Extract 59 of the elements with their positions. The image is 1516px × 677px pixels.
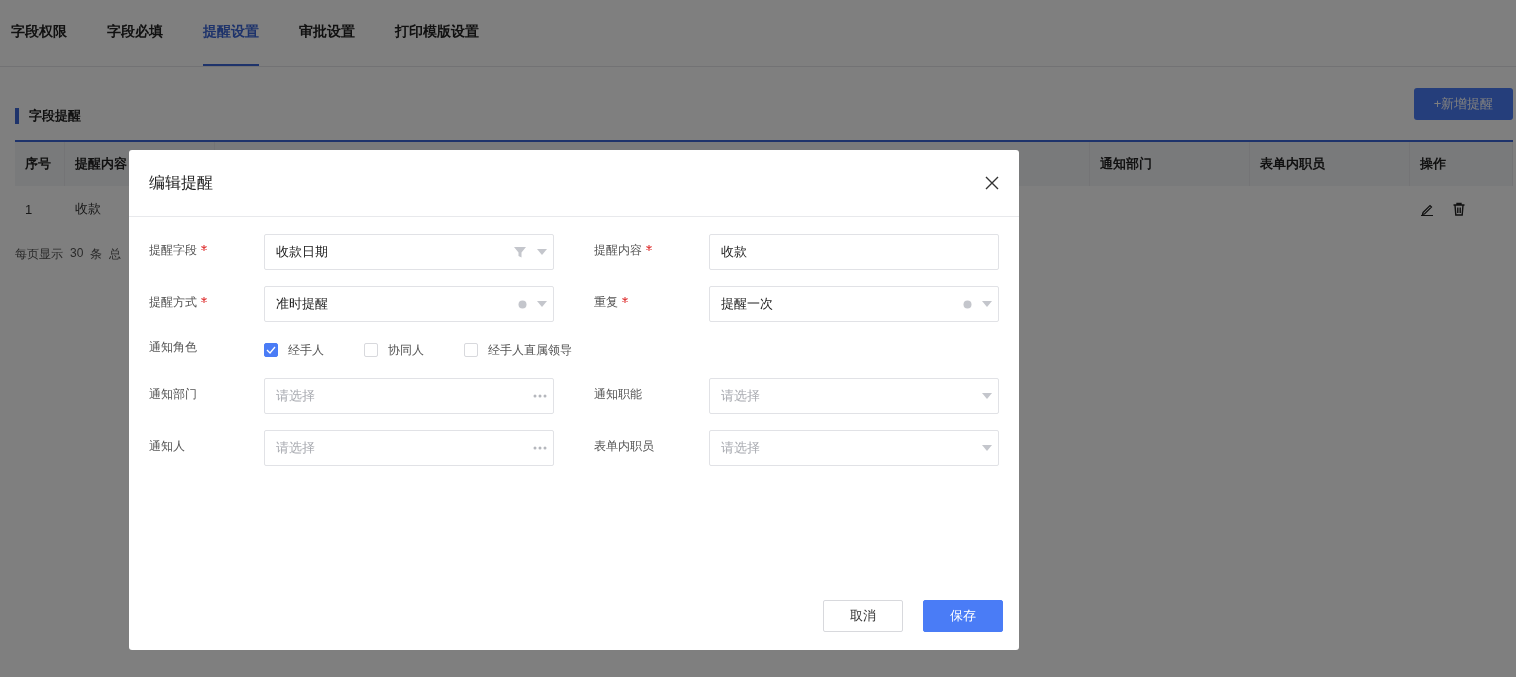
pager-unit: 条 [90,246,103,263]
column-header: 表单内职员 [1260,155,1325,173]
column-header: 通知部门 [1100,155,1152,173]
section-title: 字段提醒 [15,107,81,124]
select-field[interactable]: 请选择 [709,430,999,466]
field-label: 表单内职员 [594,438,655,455]
field-label: 通知角色 [149,338,198,356]
clear-icon[interactable] [963,299,972,309]
table-cell: 收款 [75,200,101,218]
checkbox-label[interactable]: 经手人 [288,341,324,359]
caret-icon[interactable] [537,249,547,255]
picker-field[interactable]: 请选择 [264,430,554,466]
select-field[interactable]: 收款日期 [264,234,554,270]
column-header: 序号 [25,155,51,173]
required-asterisk-icon [622,297,628,303]
select-field[interactable]: 准时提醒 [264,286,554,322]
tab[interactable]: 审批设置 [299,0,355,66]
dialog-title: 编辑提醒 [149,172,213,193]
ellipsis-icon[interactable] [533,446,547,450]
page-size[interactable]: 30 [70,246,84,263]
select-field[interactable]: 请选择 [709,378,999,414]
column-header: 操作 [1420,155,1446,173]
field-label: 通知人 [149,438,186,455]
caret-icon[interactable] [982,445,992,451]
field-label: 通知部门 [149,386,198,403]
field-label: 提醒方式 [149,286,264,311]
field-label: 提醒内容 [594,234,709,259]
field-label: 重复 [594,286,709,311]
column-header: 提醒内容 [75,155,127,173]
caret-icon[interactable] [982,393,992,399]
text-field[interactable]: 收款 [709,234,999,270]
field-label: 提醒字段 [149,234,264,259]
checkbox-label[interactable]: 经手人直属领导 [488,341,572,359]
tab[interactable]: 字段权限 [11,0,67,66]
field-label: 通知职能 [594,386,643,403]
required-asterisk-icon [201,245,207,251]
table-cell: 1 [25,201,33,217]
caret-icon[interactable] [537,301,547,307]
picker-field[interactable]: 请选择 [264,378,554,414]
close-icon[interactable] [985,176,999,190]
pager-total: 总 [109,246,122,263]
tab[interactable]: 字段必填 [107,0,163,66]
add-reminder-button[interactable]: +新增提醒 [1414,88,1513,120]
checkbox-label[interactable]: 协同人 [388,341,424,359]
cancel-button[interactable]: 取消 [823,600,903,632]
tab[interactable]: 打印模版设置 [395,0,479,66]
tab[interactable]: 提醒设置 [203,0,259,66]
required-asterisk-icon [646,245,652,251]
ellipsis-icon[interactable] [533,394,547,398]
save-button[interactable]: 保存 [923,600,1003,632]
checkbox[interactable] [264,343,278,357]
select-field[interactable]: 提醒一次 [709,286,999,322]
trash-icon[interactable] [1452,202,1466,216]
required-asterisk-icon [201,297,207,303]
pager-label: 每页显示 [15,246,63,263]
pencil-icon[interactable] [1420,202,1434,216]
clear-icon[interactable] [518,299,527,309]
caret-icon[interactable] [982,301,992,307]
funnel-icon[interactable] [513,245,527,259]
